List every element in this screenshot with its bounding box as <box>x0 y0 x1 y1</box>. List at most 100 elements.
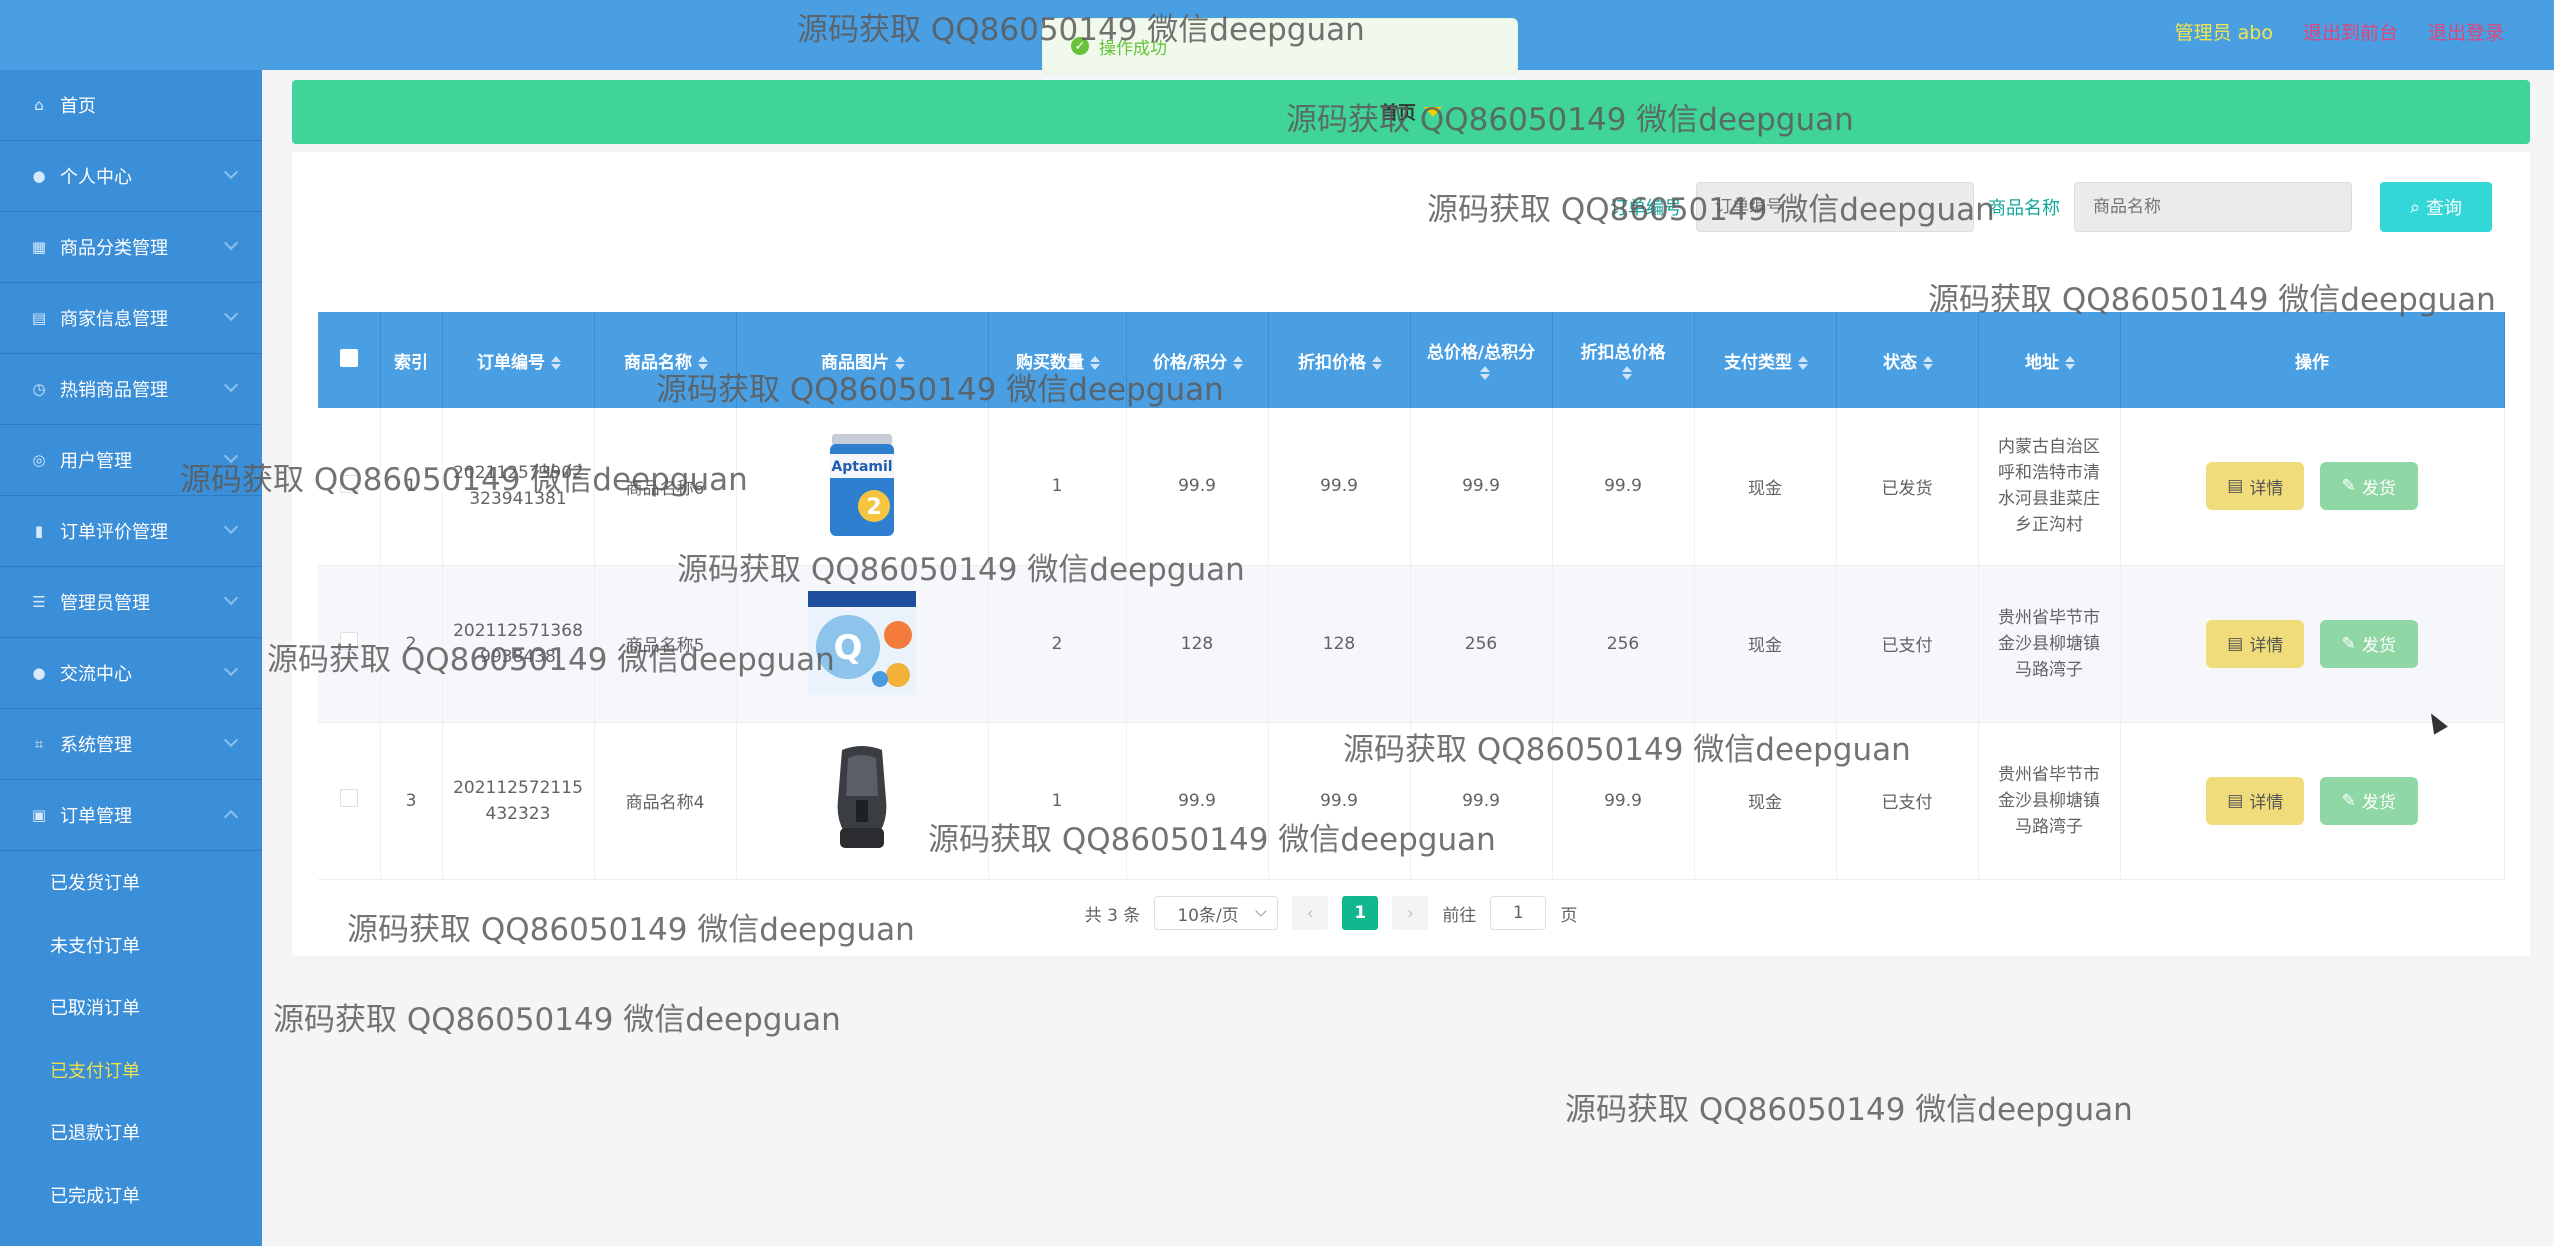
svg-text:Aptamil: Aptamil <box>831 459 892 475</box>
ship-button[interactable]: ✎ 发货 <box>2319 776 2418 825</box>
column-header[interactable]: 状态 <box>1836 312 1979 408</box>
sort-icon[interactable] <box>1233 355 1244 370</box>
column-header[interactable]: 折扣价格 <box>1268 312 1411 408</box>
sidebar-item-personal-center[interactable]: ● 个人中心 <box>0 141 262 212</box>
sort-icon[interactable] <box>1090 355 1100 370</box>
order-no-input[interactable] <box>1696 182 1974 232</box>
cell-index: 2 <box>380 565 443 723</box>
edit-icon: ✎ <box>2341 476 2356 497</box>
column-header-label: 订单编号 <box>477 352 545 373</box>
sort-icon[interactable] <box>1798 355 1808 370</box>
sidebar-item-hot-products[interactable]: ◷ 热销商品管理 <box>0 354 262 425</box>
goto-label: 前往 <box>1442 905 1477 926</box>
edit-icon: ✎ <box>2341 790 2356 811</box>
pagination-total: 共 3 条 <box>1084 905 1141 926</box>
search-icon: ⌕ <box>2409 196 2421 218</box>
sidebar-item-home[interactable]: ⌂ 首页 <box>0 70 262 141</box>
sort-icon[interactable] <box>2065 355 2075 370</box>
detail-button[interactable]: ▤ 详情 <box>2206 776 2305 825</box>
submenu-shipped-orders[interactable]: 已发货订单 <box>0 851 262 914</box>
cell-total: 99.9 <box>1410 408 1553 566</box>
goto-page-input[interactable]: 1 <box>1490 896 1547 930</box>
column-header[interactable]: 价格/积分 <box>1126 312 1269 408</box>
submenu-refunded-orders[interactable]: 已退款订单 <box>0 1101 262 1164</box>
chevron-down-icon <box>223 306 239 322</box>
sidebar-item-label: 系统管理 <box>60 735 132 756</box>
sidebar-item-admins[interactable]: ☰ 管理员管理 <box>0 567 262 638</box>
sort-icon[interactable] <box>698 355 708 370</box>
admin-label: 管理员 abo <box>2174 22 2273 44</box>
sort-icon[interactable] <box>1480 365 1490 380</box>
cell-discount-total: 256 <box>1552 565 1695 723</box>
cell-product-name: 商品名称4 <box>594 722 737 880</box>
column-header[interactable]: 折扣总价格 <box>1552 312 1695 408</box>
cell-actions: ▤ 详情 ✎ 发货 <box>2120 722 2505 880</box>
submenu-unpaid-orders[interactable]: 未支付订单 <box>0 914 262 977</box>
column-header[interactable]: 商品图片 <box>736 312 989 408</box>
sort-icon[interactable] <box>1923 355 1933 370</box>
chevron-down-icon <box>223 732 239 748</box>
ship-button[interactable]: ✎ 发货 <box>2319 462 2418 511</box>
sidebar-item-users[interactable]: ◎ 用户管理 <box>0 425 262 496</box>
row-select-cell[interactable] <box>318 722 381 880</box>
submenu-completed-orders[interactable]: 已完成订单 <box>0 1164 262 1227</box>
sidebar-item-category[interactable]: ▦ 商品分类管理 <box>0 212 262 283</box>
sort-icon[interactable] <box>1622 365 1632 380</box>
row-select-cell[interactable] <box>318 565 381 723</box>
row-checkbox[interactable] <box>339 789 358 807</box>
chevron-down-icon <box>223 661 239 677</box>
product-name-input[interactable] <box>2074 182 2352 232</box>
search-button[interactable]: ⌕ 查询 <box>2380 182 2492 232</box>
clock-icon: ◷ <box>32 380 46 398</box>
detail-button[interactable]: ▤ 详情 <box>2206 462 2305 511</box>
next-page-button[interactable]: › <box>1392 896 1429 930</box>
column-header[interactable]: 地址 <box>1978 312 2121 408</box>
sort-icon[interactable] <box>1372 355 1382 370</box>
success-toast: ✓ 操作成功 <box>1042 18 1518 74</box>
cell-index: 3 <box>380 722 443 880</box>
address-text: 贵州省毕节市金沙县柳塘镇马路湾子 <box>1998 607 2100 680</box>
cell-status: 已支付 <box>1836 722 1979 880</box>
detail-button-label: 详情 <box>2249 793 2284 813</box>
column-header: 操作 <box>2120 312 2505 408</box>
prev-page-button[interactable]: ‹ <box>1292 896 1329 930</box>
cell-pay-type: 现金 <box>1694 565 1837 723</box>
row-select-cell[interactable] <box>318 408 381 566</box>
column-header[interactable]: 订单编号 <box>442 312 595 408</box>
ship-button[interactable]: ✎ 发货 <box>2319 619 2418 668</box>
select-all-cell[interactable] <box>318 312 381 408</box>
sidebar-item-merchant[interactable]: ▤ 商家信息管理 <box>0 283 262 354</box>
select-all-checkbox[interactable] <box>339 348 358 367</box>
chevron-down-icon <box>223 235 239 251</box>
sidebar-item-label: 个人中心 <box>60 167 132 188</box>
sort-icon[interactable] <box>551 355 561 370</box>
cell-index: 1 <box>380 408 443 566</box>
page-number-current[interactable]: 1 <box>1342 896 1379 930</box>
row-checkbox[interactable] <box>339 474 358 493</box>
submenu-paid-orders[interactable]: 已支付订单 <box>0 1039 262 1102</box>
chevron-left-icon: ‹ <box>1306 902 1314 924</box>
column-header[interactable]: 商品名称 <box>594 312 737 408</box>
sort-icon[interactable] <box>895 355 905 370</box>
back-to-front-link[interactable]: 退出到前台 <box>2303 18 2398 45</box>
cell-qty: 2 <box>988 565 1127 723</box>
breadcrumb-home[interactable]: 首页 <box>1380 99 1416 125</box>
crop-icon: ⌗ <box>34 735 44 753</box>
column-header[interactable]: 购买数量 <box>988 312 1127 408</box>
compass-icon: ◎ <box>32 451 46 469</box>
sidebar-item-system[interactable]: ⌗ 系统管理 <box>0 709 262 780</box>
logout-link[interactable]: 退出登录 <box>2428 18 2504 45</box>
sidebar-item-exchange[interactable]: ● 交流中心 <box>0 638 262 709</box>
sidebar-item-order-reviews[interactable]: ▮ 订单评价管理 <box>0 496 262 567</box>
sidebar-item-orders[interactable]: ▣ 订单管理 <box>0 780 262 851</box>
detail-button[interactable]: ▤ 详情 <box>2206 619 2305 668</box>
column-header[interactable]: 支付类型 <box>1694 312 1837 408</box>
row-checkbox[interactable] <box>339 632 358 650</box>
page-size-select[interactable]: 10条/页 <box>1154 896 1279 930</box>
submenu-cancelled-orders[interactable]: 已取消订单 <box>0 976 262 1039</box>
cell-status: 已发货 <box>1836 408 1979 566</box>
cell-discount: 99.9 <box>1268 408 1411 566</box>
column-header[interactable]: 总价格/总积分 <box>1410 312 1553 408</box>
sidebar-item-label: 商品分类管理 <box>60 238 168 259</box>
cell-price: 128 <box>1126 565 1269 723</box>
